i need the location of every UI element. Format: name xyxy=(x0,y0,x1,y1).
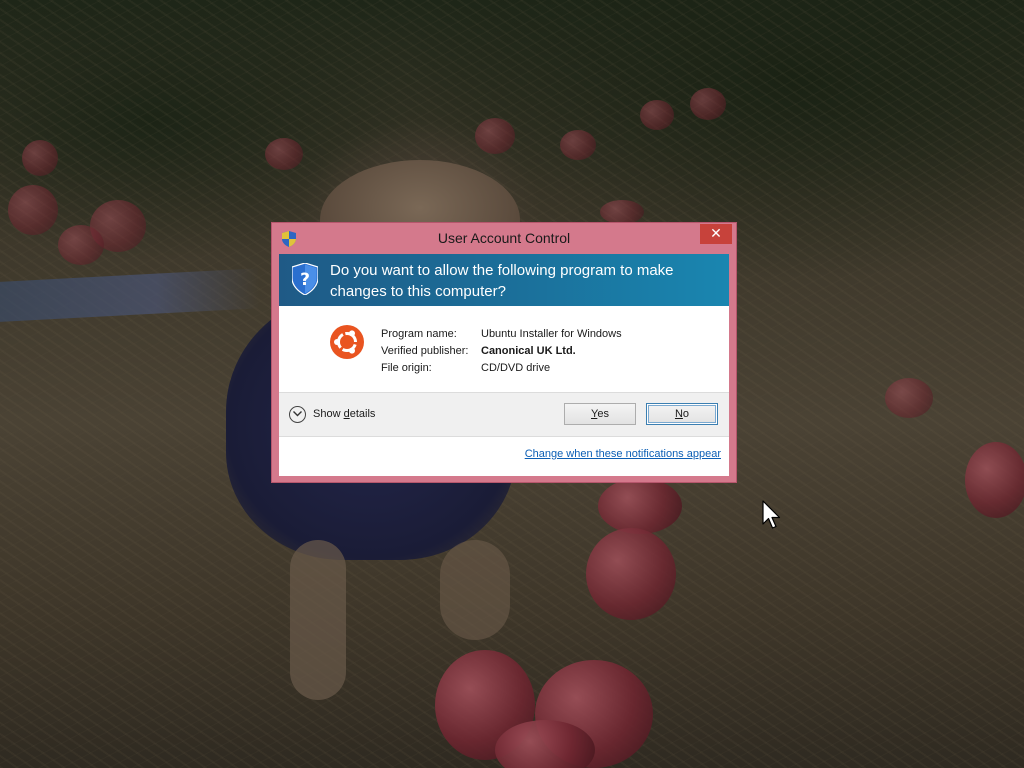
button-area: Show details Yes No xyxy=(279,392,729,437)
program-name-value: Ubuntu Installer for Windows xyxy=(481,328,622,340)
background-apple xyxy=(965,442,1024,518)
background-apple xyxy=(560,130,596,160)
titlebar[interactable]: User Account Control ✕ xyxy=(272,223,736,253)
show-details-label: Show details xyxy=(313,408,376,420)
program-details: Program name: Ubuntu Installer for Windo… xyxy=(279,306,729,392)
shield-question-icon: ? xyxy=(292,263,318,295)
no-button[interactable]: No xyxy=(646,403,718,425)
background-apple xyxy=(598,478,682,534)
uac-header-banner: ? Do you want to allow the following pro… xyxy=(279,254,729,306)
background-apple xyxy=(586,528,676,620)
background-apple xyxy=(58,225,104,265)
background-apple xyxy=(690,88,726,120)
uac-question: Do you want to allow the following progr… xyxy=(330,262,674,300)
background-apple xyxy=(22,140,58,176)
background-dog-leg xyxy=(440,540,510,640)
background-apple xyxy=(265,138,303,170)
file-origin-label: File origin: xyxy=(381,362,432,374)
footer: Change when these notifications appear xyxy=(279,437,729,476)
background-apple xyxy=(475,118,515,154)
close-button[interactable]: ✕ xyxy=(700,224,732,244)
background-apple xyxy=(640,100,674,130)
chevron-down-icon xyxy=(289,405,306,423)
background-apple xyxy=(8,185,58,235)
verified-publisher-value: Canonical UK Ltd. xyxy=(481,345,576,357)
window-title: User Account Control xyxy=(437,230,571,246)
change-notifications-link[interactable]: Change when these notifications appear xyxy=(525,448,721,460)
ubuntu-logo-icon xyxy=(330,325,364,359)
verified-publisher-label: Verified publisher: xyxy=(381,345,469,357)
uac-dialog: User Account Control ✕ ? Do you want to … xyxy=(271,222,737,483)
file-origin-value: CD/DVD drive xyxy=(481,362,551,374)
mouse-cursor-icon xyxy=(762,500,781,529)
show-details-toggle[interactable]: Show details xyxy=(289,404,375,424)
uac-body: Program name: Ubuntu Installer for Windo… xyxy=(279,306,729,476)
svg-text:?: ? xyxy=(300,270,310,290)
program-name-label: Program name: xyxy=(381,328,457,340)
background-apple xyxy=(885,378,933,418)
background-apple xyxy=(600,200,644,224)
background-dog-leg xyxy=(290,540,346,700)
yes-button[interactable]: Yes xyxy=(564,403,636,425)
